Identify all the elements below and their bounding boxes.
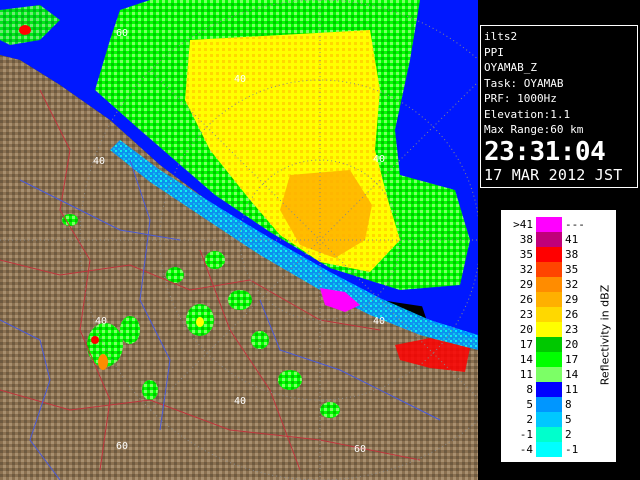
radar-ppi-view[interactable]: 60 40 40 40 40 40 60 40 60 xyxy=(0,0,478,480)
legend-low-value: -1 xyxy=(519,428,533,441)
legend-high-value: --- xyxy=(565,218,585,231)
legend-color-swatch xyxy=(536,292,562,307)
prf-value: PRF: 1000Hz xyxy=(484,92,557,105)
legend-high-value: 35 xyxy=(565,263,579,276)
legend-row: 11 14 xyxy=(507,367,587,382)
legend-low-value: 20 xyxy=(519,323,533,336)
legend-low-value: 2 xyxy=(526,413,533,426)
ring-label: 40 xyxy=(234,74,246,85)
legend-row: 17 20 xyxy=(507,337,587,352)
legend-high-value: 38 xyxy=(565,248,579,261)
legend-color-swatch xyxy=(536,442,562,457)
legend-high-value: 5 xyxy=(565,413,572,426)
legend-high-value: 8 xyxy=(565,398,572,411)
legend-row: 23 26 xyxy=(507,307,587,322)
legend-row: 14 17 xyxy=(507,352,587,367)
legend-color-swatch xyxy=(536,352,562,367)
reflectivity-legend: >41 --- 38 41 35 38 32 35 29 32 26 29 23 26 20 23 17 20 14… xyxy=(499,208,618,464)
radar-image: 60 40 40 40 40 40 60 40 60 xyxy=(0,0,478,480)
legend-color-swatch xyxy=(536,307,562,322)
legend-row: 35 38 xyxy=(507,247,587,262)
legend-row: 29 32 xyxy=(507,277,587,292)
legend-color-swatch xyxy=(536,277,562,292)
legend-row: 20 23 xyxy=(507,322,587,337)
legend-high-value: 2 xyxy=(565,428,572,441)
ring-label: 40 xyxy=(234,396,246,407)
legend-color-swatch xyxy=(536,427,562,442)
legend-low-value: 8 xyxy=(526,383,533,396)
legend-row: 38 41 xyxy=(507,232,587,247)
scan-date: 17 MAR 2012 JST xyxy=(484,165,623,184)
legend-row: -1 2 xyxy=(507,427,587,442)
legend-color-swatch xyxy=(536,367,562,382)
task-name: Task: OYAMAB xyxy=(484,76,564,90)
legend-low-value: -4 xyxy=(519,443,533,456)
legend-title-text: Reflectivity in dBZ xyxy=(598,284,612,386)
legend-row: 8 11 xyxy=(507,382,587,397)
legend-high-value: 20 xyxy=(565,338,579,351)
legend-high-value: 17 xyxy=(565,353,579,366)
legend-low-value: 35 xyxy=(519,248,533,261)
ring-label: 40 xyxy=(93,156,105,167)
legend-color-swatch xyxy=(536,397,562,412)
legend-high-value: 14 xyxy=(565,368,579,381)
legend-low-value: 17 xyxy=(519,338,533,351)
legend-low-value: 29 xyxy=(519,278,533,291)
product-name: OYAMAB_Z xyxy=(484,61,537,74)
scan-type: PPI xyxy=(484,45,504,59)
legend-color-swatch xyxy=(536,247,562,262)
ring-label: 40 xyxy=(373,154,385,165)
legend-low-value: 38 xyxy=(519,233,533,246)
radar-name: ilts2 xyxy=(484,30,518,43)
elevation-value: Elevation:1.1 xyxy=(484,107,571,121)
legend-low-value: 14 xyxy=(519,353,533,366)
legend-high-value: 26 xyxy=(565,308,579,321)
scan-info-panel: ilts2 PPI OYAMAB_Z Task: OYAMAB PRF: 100… xyxy=(480,25,638,188)
legend-color-swatch xyxy=(536,322,562,337)
ring-label: 60 xyxy=(116,28,128,39)
legend-low-value: >41 xyxy=(513,218,533,231)
legend-row: -4 -1 xyxy=(507,442,587,457)
legend-color-swatch xyxy=(536,412,562,427)
ring-label: 60 xyxy=(116,441,128,452)
legend-high-value: 41 xyxy=(565,233,579,246)
ring-label: 40 xyxy=(373,316,385,327)
legend-low-value: 5 xyxy=(526,398,533,411)
legend-low-value: 23 xyxy=(519,308,533,321)
scan-time: 23:31:04 xyxy=(484,136,606,167)
legend-low-value: 32 xyxy=(519,263,533,276)
legend-row: 26 29 xyxy=(507,292,587,307)
legend-color-swatch xyxy=(536,337,562,352)
legend-low-value: 26 xyxy=(519,293,533,306)
legend-high-value: 32 xyxy=(565,278,579,291)
max-range-value: Max Range:60 km xyxy=(484,123,584,136)
legend-high-value: -1 xyxy=(565,443,579,456)
legend-title: Reflectivity in dBZ xyxy=(595,220,615,450)
legend-row: >41 --- xyxy=(507,217,587,232)
ring-label: 60 xyxy=(354,444,366,455)
legend-color-swatch xyxy=(536,262,562,277)
ring-label: 40 xyxy=(95,316,107,327)
legend-row: 32 35 xyxy=(507,262,587,277)
legend-high-value: 29 xyxy=(565,293,579,306)
legend-color-swatch xyxy=(536,232,562,247)
legend-color-swatch xyxy=(536,382,562,397)
legend-row: 25 xyxy=(507,412,587,427)
legend-high-value: 11 xyxy=(565,383,579,396)
legend-row: 58 xyxy=(507,397,587,412)
legend-color-swatch xyxy=(536,217,562,232)
legend-low-value: 11 xyxy=(519,368,533,381)
legend-high-value: 23 xyxy=(565,323,579,336)
